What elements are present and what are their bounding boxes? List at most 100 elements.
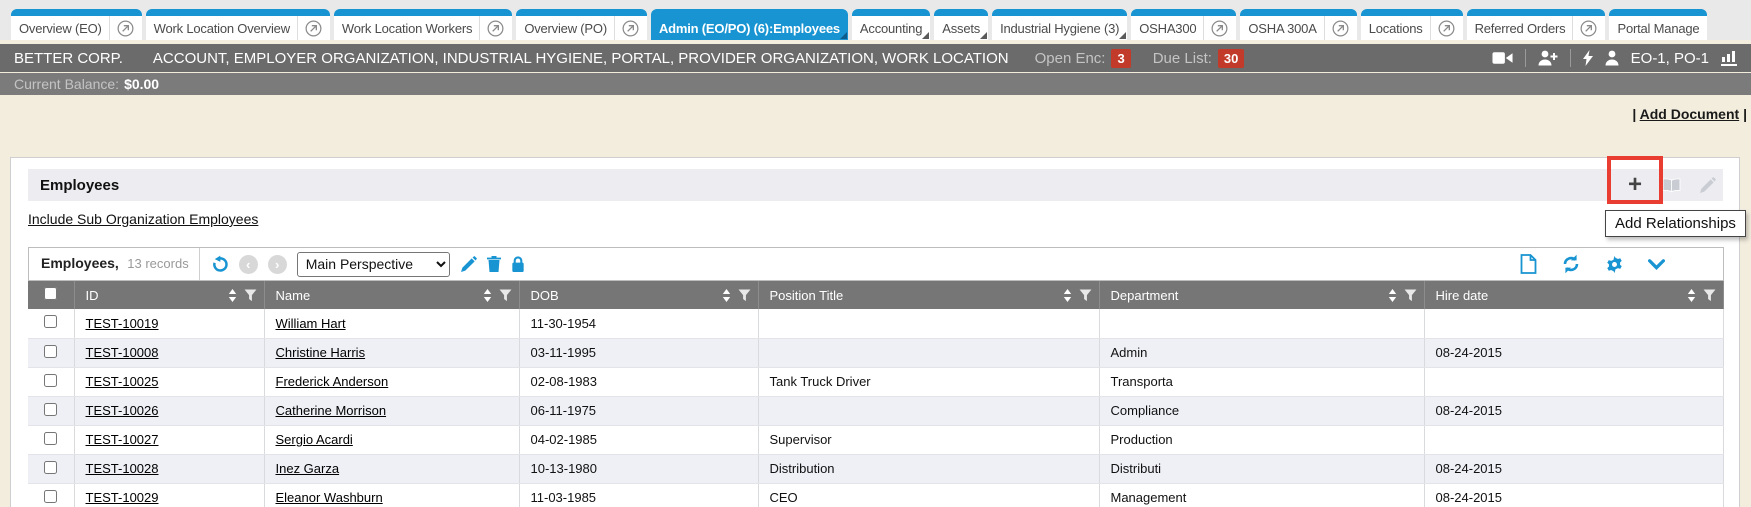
select-all-header[interactable] xyxy=(28,281,74,309)
column-header-id[interactable]: ID xyxy=(74,281,264,309)
sort-icon[interactable] xyxy=(1388,289,1397,302)
tab-open-section[interactable] xyxy=(297,16,322,40)
tab-admin-eo-po-6-employees[interactable]: Admin (EO/PO) (6):Employees xyxy=(651,9,848,40)
employee-name-link[interactable]: Eleanor Washburn xyxy=(276,490,383,505)
new-document-icon[interactable] xyxy=(1520,254,1537,274)
filter-icon[interactable] xyxy=(1079,289,1092,302)
filter-icon[interactable] xyxy=(738,289,751,302)
filter-icon[interactable] xyxy=(499,289,512,302)
employee-name-link[interactable]: Catherine Morrison xyxy=(276,403,387,418)
add-document-link[interactable]: Add Document xyxy=(1640,106,1740,122)
page-next-icon[interactable]: › xyxy=(268,255,287,274)
open-in-new-icon[interactable] xyxy=(117,20,134,37)
include-sub-org-link[interactable]: Include Sub Organization Employees xyxy=(28,211,258,227)
row-checkbox[interactable] xyxy=(44,432,57,445)
row-checkbox[interactable] xyxy=(44,315,57,328)
column-header-hire[interactable]: Hire date xyxy=(1424,281,1724,309)
sort-icon[interactable] xyxy=(722,289,731,302)
employee-id-link[interactable]: TEST-10019 xyxy=(86,316,159,331)
column-header-dob[interactable]: DOB xyxy=(519,281,758,309)
tab-open-section[interactable] xyxy=(109,16,134,40)
sort-icon[interactable] xyxy=(1687,289,1696,302)
employee-id-link[interactable]: TEST-10029 xyxy=(86,490,159,505)
tab-open-section[interactable] xyxy=(1572,16,1597,40)
column-header-position[interactable]: Position Title xyxy=(758,281,1099,309)
undo-icon[interactable] xyxy=(210,255,229,274)
book-icon[interactable] xyxy=(1661,175,1681,195)
column-header-label: DOB xyxy=(531,288,559,303)
filter-icon[interactable] xyxy=(244,289,257,302)
open-enc-badge[interactable]: 3 xyxy=(1111,49,1130,68)
balance-value: $0.00 xyxy=(124,76,159,92)
sort-icon[interactable] xyxy=(483,289,492,302)
tab-open-section[interactable] xyxy=(479,16,504,40)
tab-referred-orders[interactable]: Referred Orders xyxy=(1467,9,1606,40)
table-row: TEST-10027 Sergio Acardi 04-02-1985 Supe… xyxy=(28,425,1724,454)
row-checkbox[interactable] xyxy=(44,374,57,387)
tab-industrial-hygiene-3[interactable]: Industrial Hygiene (3) xyxy=(992,9,1127,40)
open-in-new-icon[interactable] xyxy=(305,20,322,37)
employee-id-link[interactable]: TEST-10027 xyxy=(86,432,159,447)
lightning-icon[interactable] xyxy=(1583,50,1593,66)
tab-work-location-overview[interactable]: Work Location Overview xyxy=(146,9,330,40)
due-list-badge[interactable]: 30 xyxy=(1218,49,1244,68)
page-previous-icon[interactable]: ‹ xyxy=(239,255,258,274)
row-checkbox[interactable] xyxy=(44,345,57,358)
employee-name-link[interactable]: Christine Harris xyxy=(276,345,366,360)
column-header-department[interactable]: Department xyxy=(1099,281,1424,309)
tab-label: Admin (EO/PO) (6):Employees xyxy=(659,21,840,36)
open-in-new-icon[interactable] xyxy=(1211,20,1228,37)
cell-dob: 06-11-1975 xyxy=(519,396,758,425)
delete-trash-icon[interactable] xyxy=(487,256,501,272)
employee-id-link[interactable]: TEST-10026 xyxy=(86,403,159,418)
add-person-icon[interactable] xyxy=(1538,50,1558,66)
tab-work-location-workers[interactable]: Work Location Workers xyxy=(334,9,512,40)
employee-id-link[interactable]: TEST-10025 xyxy=(86,374,159,389)
tab-open-section[interactable] xyxy=(614,16,639,40)
open-in-new-icon[interactable] xyxy=(1580,20,1597,37)
tab-osha-300a[interactable]: OSHA 300A xyxy=(1240,9,1356,40)
tab-osha300[interactable]: OSHA300 xyxy=(1131,9,1236,40)
filter-icon[interactable] xyxy=(1404,289,1417,302)
perspective-select[interactable]: Main Perspective xyxy=(297,252,450,277)
employee-id-link[interactable]: TEST-10008 xyxy=(86,345,159,360)
video-camera-icon[interactable] xyxy=(1492,51,1513,65)
row-checkbox[interactable] xyxy=(44,490,57,503)
row-checkbox[interactable] xyxy=(44,403,57,416)
tab-overview-po[interactable]: Overview (PO) xyxy=(516,9,647,40)
tab-overview-eo[interactable]: Overview (EO) xyxy=(11,9,142,40)
sort-icon[interactable] xyxy=(228,289,237,302)
sort-icon[interactable] xyxy=(1063,289,1072,302)
row-checkbox[interactable] xyxy=(44,461,57,474)
open-in-new-icon[interactable] xyxy=(1332,20,1349,37)
settings-gear-icon[interactable] xyxy=(1605,255,1624,274)
edit-perspective-icon[interactable] xyxy=(460,256,477,273)
tab-portal-manage[interactable]: Portal Manage xyxy=(1609,9,1707,40)
edit-pencil-icon[interactable] xyxy=(1697,175,1717,195)
bar-chart-icon[interactable] xyxy=(1721,50,1737,66)
cell-hire: 08-24-2015 xyxy=(1424,396,1724,425)
employee-name-link[interactable]: Inez Garza xyxy=(276,461,340,476)
select-all-checkbox[interactable] xyxy=(44,287,57,300)
employee-name-link[interactable]: Frederick Anderson xyxy=(276,374,389,389)
cell-id: TEST-10008 xyxy=(74,338,264,367)
open-in-new-icon[interactable] xyxy=(1438,20,1455,37)
cell-dob: 02-08-1983 xyxy=(519,367,758,396)
filter-icon[interactable] xyxy=(1703,289,1716,302)
column-header-name[interactable]: Name xyxy=(264,281,519,309)
employee-name-link[interactable]: Sergio Acardi xyxy=(276,432,353,447)
refresh-icon[interactable] xyxy=(1561,254,1581,274)
tab-open-section[interactable] xyxy=(1324,16,1349,40)
tab-open-section[interactable] xyxy=(1430,16,1455,40)
employee-name-link[interactable]: William Hart xyxy=(276,316,346,331)
open-in-new-icon[interactable] xyxy=(487,20,504,37)
tab-assets[interactable]: Assets xyxy=(934,9,988,40)
open-in-new-icon[interactable] xyxy=(622,20,639,37)
employee-id-link[interactable]: TEST-10028 xyxy=(86,461,159,476)
tab-accounting[interactable]: Accounting xyxy=(852,9,930,40)
user-icon[interactable] xyxy=(1605,50,1619,66)
chevron-down-icon[interactable] xyxy=(1648,259,1665,270)
lock-icon[interactable] xyxy=(511,256,525,273)
tab-locations[interactable]: Locations xyxy=(1361,9,1463,40)
tab-open-section[interactable] xyxy=(1203,16,1228,40)
